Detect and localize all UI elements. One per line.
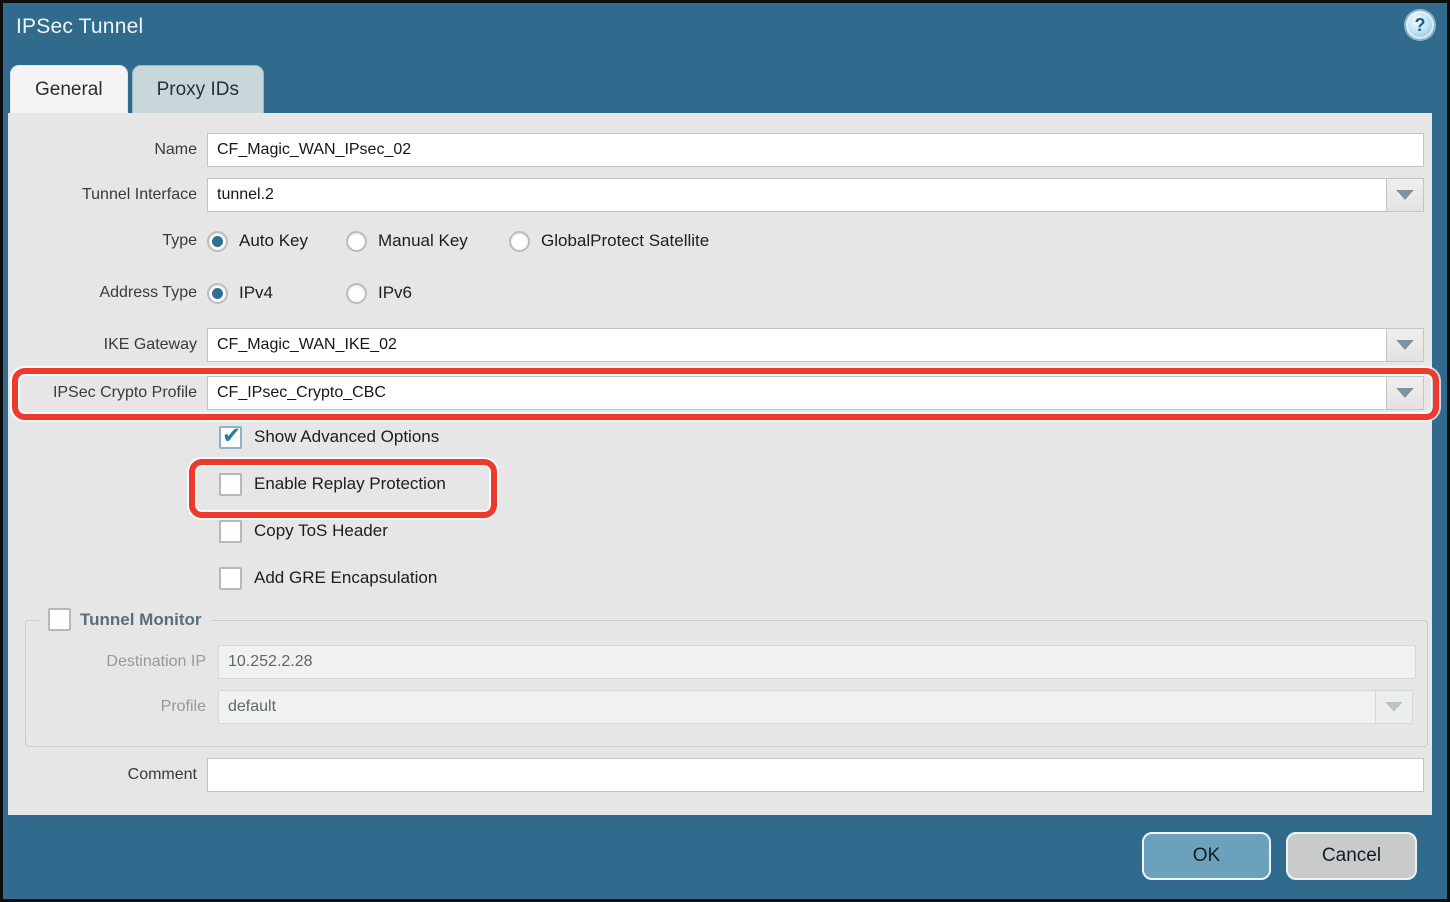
- radio-manual-key[interactable]: Manual Key: [346, 231, 509, 252]
- show-advanced-options-label: Show Advanced Options: [254, 427, 439, 447]
- tab-general-label: General: [35, 79, 103, 101]
- enable-replay-protection-label: Enable Replay Protection: [254, 474, 446, 494]
- address-type-label: Address Type: [8, 284, 207, 302]
- profile-label: Profile: [26, 698, 206, 716]
- profile-dropdown-button: [1376, 690, 1413, 724]
- chevron-down-icon: [1385, 702, 1403, 712]
- add-gre-encapsulation-checkbox[interactable]: [219, 567, 242, 590]
- tab-general[interactable]: General: [10, 65, 128, 113]
- profile-input: default: [218, 690, 1376, 724]
- titlebar: IPSec Tunnel ?: [3, 3, 1447, 62]
- tunnel-monitor-group: Tunnel Monitor Destination IP 10.252.2.2…: [25, 620, 1428, 747]
- destination-ip-input: 10.252.2.28: [218, 645, 1416, 679]
- name-label: Name: [8, 141, 207, 159]
- radio-ipv6[interactable]: IPv6: [346, 283, 412, 304]
- chevron-down-icon: [1396, 190, 1414, 200]
- radio-globalprotect-satellite-icon: [509, 231, 530, 252]
- radio-globalprotect-satellite[interactable]: GlobalProtect Satellite: [509, 231, 709, 252]
- comment-input[interactable]: [207, 758, 1424, 792]
- radio-ipv4-label: IPv4: [239, 283, 273, 303]
- tab-proxy-ids[interactable]: Proxy IDs: [132, 65, 264, 113]
- tab-proxy-ids-label: Proxy IDs: [157, 79, 239, 101]
- general-tab-panel: Name CF_Magic_WAN_IPsec_02 Tunnel Interf…: [8, 113, 1432, 815]
- tunnel-interface-input[interactable]: tunnel.2: [207, 178, 1387, 212]
- dialog-title: IPSec Tunnel: [16, 15, 143, 39]
- destination-ip-label: Destination IP: [26, 653, 206, 671]
- ipsec-crypto-profile-label: IPSec Crypto Profile: [8, 384, 207, 402]
- radio-manual-key-label: Manual Key: [378, 231, 468, 251]
- name-input[interactable]: CF_Magic_WAN_IPsec_02: [207, 133, 1424, 167]
- tunnel-monitor-legend[interactable]: Tunnel Monitor: [39, 608, 211, 631]
- ok-button[interactable]: OK: [1142, 832, 1271, 880]
- show-advanced-options-checkbox[interactable]: [219, 426, 242, 449]
- copy-tos-header-label: Copy ToS Header: [254, 521, 388, 541]
- enable-replay-protection-checkbox[interactable]: [219, 473, 242, 496]
- radio-auto-key-icon: [207, 231, 228, 252]
- tab-bar: General Proxy IDs: [10, 65, 264, 113]
- radio-ipv6-icon: [346, 283, 367, 304]
- enable-replay-protection-row[interactable]: Enable Replay Protection: [219, 472, 1432, 496]
- radio-auto-key-label: Auto Key: [239, 231, 308, 251]
- tunnel-monitor-label: Tunnel Monitor: [80, 610, 202, 630]
- ipsec-tunnel-dialog: IPSec Tunnel ? General Proxy IDs Name CF…: [0, 0, 1450, 902]
- copy-tos-header-row[interactable]: Copy ToS Header: [219, 519, 1432, 543]
- copy-tos-header-checkbox[interactable]: [219, 520, 242, 543]
- show-advanced-options-row[interactable]: Show Advanced Options: [219, 425, 1432, 449]
- cancel-button[interactable]: Cancel: [1286, 832, 1417, 880]
- tunnel-interface-dropdown-button[interactable]: [1387, 178, 1424, 212]
- ipsec-crypto-profile-dropdown-button[interactable]: [1387, 376, 1424, 410]
- radio-ipv6-label: IPv6: [378, 283, 412, 303]
- type-label: Type: [8, 232, 207, 250]
- help-icon[interactable]: ?: [1406, 11, 1434, 39]
- tunnel-interface-label: Tunnel Interface: [8, 186, 207, 204]
- radio-auto-key[interactable]: Auto Key: [207, 231, 346, 252]
- chevron-down-icon: [1396, 388, 1414, 398]
- radio-globalprotect-satellite-label: GlobalProtect Satellite: [541, 231, 709, 251]
- ike-gateway-input[interactable]: CF_Magic_WAN_IKE_02: [207, 328, 1387, 362]
- radio-ipv4-icon: [207, 283, 228, 304]
- add-gre-encapsulation-label: Add GRE Encapsulation: [254, 568, 437, 588]
- radio-ipv4[interactable]: IPv4: [207, 283, 346, 304]
- ike-gateway-dropdown-button[interactable]: [1387, 328, 1424, 362]
- ike-gateway-label: IKE Gateway: [8, 336, 207, 354]
- radio-manual-key-icon: [346, 231, 367, 252]
- comment-label: Comment: [8, 766, 207, 784]
- ipsec-crypto-profile-input[interactable]: CF_IPsec_Crypto_CBC: [207, 376, 1387, 410]
- chevron-down-icon: [1396, 340, 1414, 350]
- add-gre-encapsulation-row[interactable]: Add GRE Encapsulation: [219, 566, 1432, 590]
- tunnel-monitor-checkbox[interactable]: [48, 608, 71, 631]
